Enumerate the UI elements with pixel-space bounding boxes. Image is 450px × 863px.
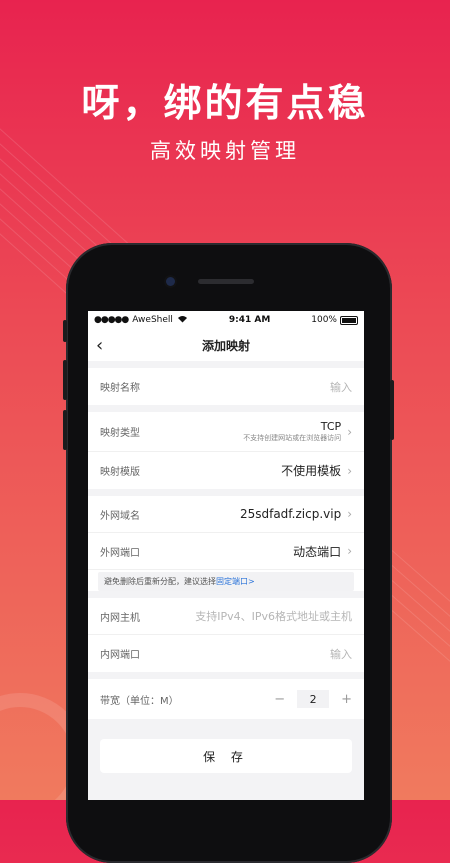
page-title: 添加映射 xyxy=(201,338,250,353)
internal-port-input[interactable]: 输入 xyxy=(330,646,352,662)
bandwidth-row: 带宽（单位：M） − 2 + xyxy=(88,679,364,719)
form-group-internal: 内网主机 支持IPv4、IPv6格式地址或主机 内网端口 输入 xyxy=(88,598,364,672)
phone-volume-up xyxy=(63,360,67,400)
chevron-right-icon: › xyxy=(347,544,352,558)
port-tip: 避免删除后重新分配，建议选择固定端口> xyxy=(98,572,354,591)
form-group-type: 映射类型 TCP 不支持创建网站或在浏览器访问 › 映射模版 不使用模板 › xyxy=(88,412,364,489)
internal-port-row[interactable]: 内网端口 输入 xyxy=(88,635,364,672)
fixed-port-link[interactable]: 固定端口> xyxy=(216,577,255,586)
external-domain-row[interactable]: 外网域名 25sdfadf.zicp.vip › xyxy=(88,496,364,533)
internal-host-row[interactable]: 内网主机 支持IPv4、IPv6格式地址或主机 xyxy=(88,598,364,635)
save-button[interactable]: 保 存 xyxy=(100,739,352,773)
internal-host-label: 内网主机 xyxy=(100,612,140,624)
mapping-template-label: 映射模版 xyxy=(100,467,140,478)
mapping-type-hint: 不支持创建网站或在浏览器访问 xyxy=(243,434,342,442)
mapping-name-row[interactable]: 映射名称 输入 xyxy=(88,368,364,405)
phone-volume-down xyxy=(63,410,67,450)
mapping-type-label: 映射类型 xyxy=(100,428,140,439)
camera-icon xyxy=(166,277,175,286)
minus-icon[interactable]: − xyxy=(274,692,285,707)
phone-side-button xyxy=(63,320,67,342)
chevron-right-icon: › xyxy=(347,463,352,478)
back-chevron-icon[interactable]: ‹ xyxy=(96,335,103,356)
chevron-right-icon: › xyxy=(347,507,352,521)
form-group-name: 映射名称 输入 xyxy=(88,368,364,405)
mapping-type-value: TCP xyxy=(320,420,342,433)
external-domain-label: 外网域名 xyxy=(100,510,140,522)
bandwidth-label: 带宽（单位：M） xyxy=(100,695,179,707)
hero-subline: 高效映射管理 xyxy=(150,139,300,163)
mapping-template-row[interactable]: 映射模版 不使用模板 › xyxy=(88,452,364,489)
chevron-right-icon: › xyxy=(347,424,352,439)
mapping-type-row[interactable]: 映射类型 TCP 不支持创建网站或在浏览器访问 › xyxy=(88,412,364,452)
phone-power-button xyxy=(390,380,394,440)
battery-percent: 100% xyxy=(311,315,337,325)
speaker-grille xyxy=(198,279,254,284)
bandwidth-stepper: − 2 + xyxy=(274,690,352,708)
form-group-external: 外网域名 25sdfadf.zicp.vip › 外网端口 动态端口 › 避免删… xyxy=(88,496,364,591)
mapping-template-value: 不使用模板 xyxy=(281,464,342,478)
status-bar: ●●●●● AweShell 9:41 AM 100% xyxy=(88,311,364,329)
external-port-label: 外网端口 xyxy=(100,547,140,559)
port-tip-text: 避免删除后重新分配，建议选择 xyxy=(104,577,216,586)
mapping-name-label: 映射名称 xyxy=(100,383,140,394)
signal-icon: ●●●●● xyxy=(94,315,129,325)
plus-icon[interactable]: + xyxy=(341,692,352,707)
phone-screen: ●●●●● AweShell 9:41 AM 100% ‹ 添加映射 映射名称 … xyxy=(88,311,364,800)
carrier-name: AweShell xyxy=(132,315,173,325)
wifi-icon xyxy=(177,315,188,326)
mapping-name-input[interactable]: 输入 xyxy=(330,379,352,395)
form-group-bandwidth: 带宽（单位：M） − 2 + xyxy=(88,679,364,719)
external-port-value: 动态端口 xyxy=(293,544,342,559)
internal-host-input[interactable]: 支持IPv4、IPv6格式地址或主机 xyxy=(195,608,352,624)
battery-icon xyxy=(339,315,358,325)
external-domain-value: 25sdfadf.zicp.vip xyxy=(239,507,342,521)
nav-bar: ‹ 添加映射 xyxy=(88,329,364,361)
internal-port-label: 内网端口 xyxy=(100,650,140,661)
external-port-row[interactable]: 外网端口 动态端口 › xyxy=(88,533,364,570)
hero-headline: 呀，绑的有点稳 xyxy=(81,81,369,125)
status-time: 9:41 AM xyxy=(228,315,271,325)
bandwidth-value[interactable]: 2 xyxy=(297,690,330,708)
